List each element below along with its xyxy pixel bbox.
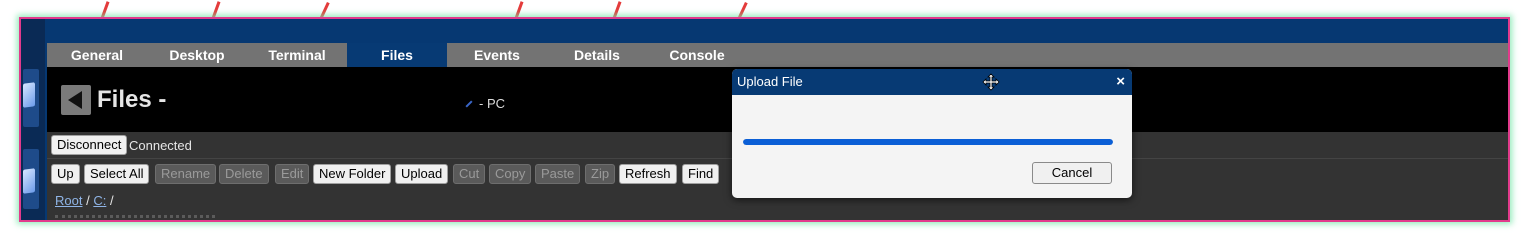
title-row: Files - [61, 84, 166, 116]
close-icon[interactable]: × [1116, 69, 1125, 95]
tab-general[interactable]: General [47, 43, 147, 67]
disconnect-button[interactable]: Disconnect [51, 135, 128, 155]
tab-bar-filler [747, 43, 1508, 67]
refresh-button[interactable]: Refresh [619, 164, 677, 184]
zip-button[interactable]: Zip [585, 164, 616, 184]
breadcrumb-root[interactable]: Root [55, 193, 82, 208]
select-all-button[interactable]: Select All [84, 164, 150, 184]
device-name: - PC [479, 96, 505, 111]
dialog-header[interactable]: Upload File × [732, 69, 1132, 95]
tab-files[interactable]: Files [347, 43, 447, 67]
device-icon[interactable] [23, 168, 35, 194]
breadcrumb-drive[interactable]: C: [93, 193, 106, 208]
paste-button[interactable]: Paste [535, 164, 581, 184]
breadcrumb: Root / C: / [55, 193, 114, 208]
tab-console[interactable]: Console [647, 43, 747, 67]
left-rail [21, 19, 45, 220]
back-arrow-icon[interactable] [61, 85, 91, 115]
monitor-icon[interactable] [23, 82, 35, 108]
tab-details[interactable]: Details [547, 43, 647, 67]
rename-button[interactable]: Rename [155, 164, 217, 184]
upload-progress-fill [743, 139, 1113, 145]
pencil-icon[interactable] [465, 99, 473, 108]
delete-button[interactable]: Delete [219, 164, 269, 184]
page-title: Files - [97, 86, 167, 113]
tab-events[interactable]: Events [447, 43, 547, 67]
tab-bar: General Desktop Terminal Files Events De… [47, 43, 747, 67]
connection-status: Connected [129, 138, 192, 153]
new-folder-button[interactable]: New Folder [313, 164, 392, 184]
cut-button[interactable]: Cut [453, 164, 486, 184]
device-label: - PC [465, 96, 505, 111]
upload-dialog: Upload File × Cancel [732, 69, 1132, 198]
upload-progress-bar [743, 139, 1113, 145]
up-button[interactable]: Up [51, 164, 80, 184]
move-cursor-icon [982, 73, 1000, 91]
cancel-button[interactable]: Cancel [1032, 162, 1112, 184]
tab-terminal[interactable]: Terminal [247, 43, 347, 67]
file-list-row[interactable] [55, 215, 215, 220]
breadcrumb-separator: / [86, 193, 90, 208]
edit-button[interactable]: Edit [275, 164, 310, 184]
find-button[interactable]: Find [682, 164, 720, 184]
dialog-title: Upload File [737, 74, 803, 89]
breadcrumb-separator: / [109, 193, 114, 208]
copy-button[interactable]: Copy [489, 164, 532, 184]
upload-button[interactable]: Upload [395, 164, 449, 184]
tab-desktop[interactable]: Desktop [147, 43, 247, 67]
